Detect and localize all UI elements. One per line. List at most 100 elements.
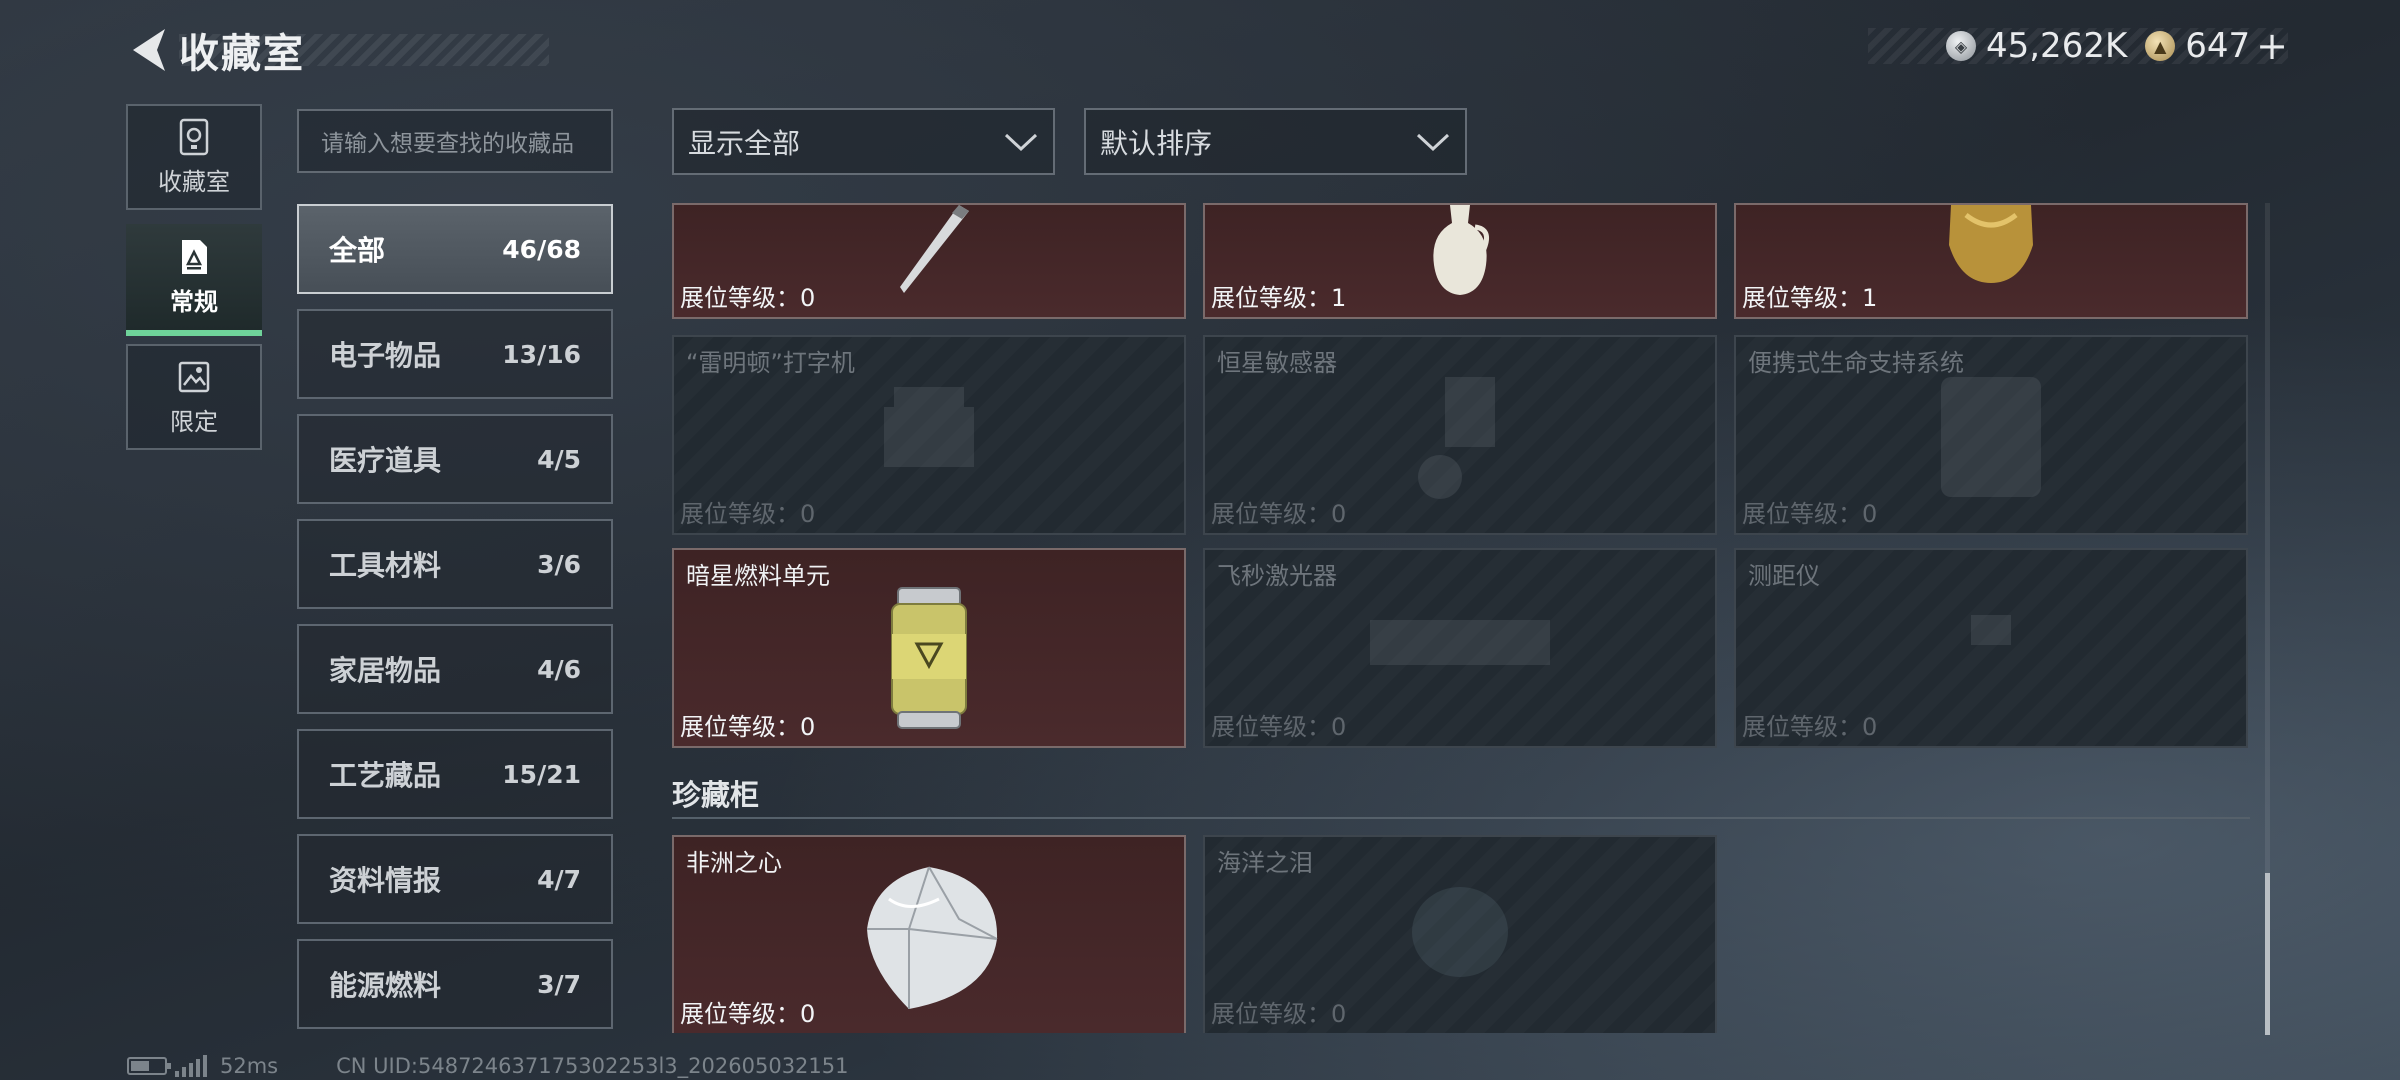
category-electronics[interactable]: 电子物品 13/16 bbox=[297, 309, 613, 399]
collection-card[interactable]: 暗星燃料单元 展位等级：0 bbox=[672, 548, 1186, 748]
chevron-down-icon bbox=[1416, 133, 1450, 151]
category-label: 工艺藏品 bbox=[329, 759, 442, 792]
collection-card[interactable]: 非洲之心 展位等级：0 bbox=[672, 835, 1186, 1033]
add-currency-button[interactable]: + bbox=[2256, 24, 2288, 68]
display-level: 展位等级：0 bbox=[680, 500, 816, 528]
vase-item-icon bbox=[1433, 205, 1489, 295]
rail-label: 常规 bbox=[170, 287, 218, 316]
fuel-cell-item-icon bbox=[891, 587, 967, 729]
category-label: 资料情报 bbox=[329, 864, 442, 897]
filter-dropdown[interactable]: 显示全部 bbox=[672, 108, 1055, 175]
rail-item-limited[interactable]: 限定 bbox=[126, 344, 262, 450]
display-level: 展位等级：0 bbox=[1742, 713, 1878, 741]
category-crafts[interactable]: 工艺藏品 15/21 bbox=[297, 729, 613, 819]
ping-value: 52ms bbox=[220, 1054, 279, 1078]
item-name: 测距仪 bbox=[1748, 562, 1820, 590]
category-intel[interactable]: 资料情报 4/7 bbox=[297, 834, 613, 924]
item-name: 暗星燃料单元 bbox=[686, 562, 830, 590]
category-count: 46/68 bbox=[502, 234, 581, 264]
rail-item-vault[interactable]: 收藏室 bbox=[126, 104, 262, 210]
category-label: 电子物品 bbox=[329, 339, 442, 372]
filter-value: 显示全部 bbox=[688, 126, 801, 160]
grid-scrollbar[interactable] bbox=[2265, 203, 2270, 1035]
collection-card[interactable]: “雷明顿”打字机 展位等级：0 bbox=[672, 335, 1186, 535]
item-name: 海洋之泪 bbox=[1217, 849, 1313, 877]
display-level: 展位等级：0 bbox=[680, 713, 816, 741]
rail-item-regular[interactable]: 常规 bbox=[126, 224, 262, 336]
gold-coin-icon: ▲ bbox=[2145, 31, 2176, 61]
uid-text: CN UID:548724637175302253l3_202605032151 bbox=[336, 1054, 849, 1078]
signal-icon bbox=[175, 1055, 210, 1077]
gold-currency: ▲ 647 + bbox=[2145, 24, 2288, 68]
display-level: 展位等级：0 bbox=[1211, 500, 1347, 528]
category-count: 3/7 bbox=[537, 969, 581, 999]
gold-amount: 647 bbox=[2185, 26, 2251, 66]
collection-card[interactable]: 展位等级：1 bbox=[1203, 203, 1717, 319]
collection-card[interactable]: 展位等级：1 bbox=[1734, 203, 2248, 319]
status-footer: 52ms CN UID:548724637175302253l3_2026050… bbox=[127, 1054, 849, 1078]
collection-card[interactable]: 便携式生命支持系统 展位等级：0 bbox=[1734, 335, 2248, 535]
category-list: 全部 46/68 电子物品 13/16 医疗道具 4/5 工具材料 3/6 家居… bbox=[297, 204, 613, 1044]
category-count: 4/6 bbox=[537, 654, 581, 684]
ocean-tear-item-icon bbox=[1412, 887, 1508, 977]
collection-card[interactable]: 海洋之泪 展位等级：0 bbox=[1203, 835, 1717, 1033]
display-level: 展位等级：0 bbox=[680, 284, 816, 312]
display-level: 展位等级：1 bbox=[1742, 284, 1878, 312]
typewriter-item-icon bbox=[884, 387, 974, 467]
search-input[interactable]: 请输入想要查找的收藏品 bbox=[297, 109, 613, 173]
scroll-thumb[interactable] bbox=[2265, 873, 2270, 1035]
item-name: 飞秒激光器 bbox=[1217, 562, 1337, 590]
item-name: 恒星敏感器 bbox=[1217, 349, 1337, 377]
category-count: 15/21 bbox=[502, 759, 581, 789]
category-count: 3/6 bbox=[537, 549, 581, 579]
vault-icon bbox=[179, 118, 209, 155]
category-count: 4/5 bbox=[537, 444, 581, 474]
category-label: 家居物品 bbox=[329, 654, 442, 687]
category-count: 4/7 bbox=[537, 864, 581, 894]
category-energy[interactable]: 能源燃料 3/7 bbox=[297, 939, 613, 1029]
currency-bar: ◈ 45,262K ▲ 647 + bbox=[1868, 24, 2288, 68]
page-title: 收藏室 bbox=[179, 31, 305, 77]
silver-currency: ◈ 45,262K bbox=[1945, 26, 2128, 66]
pen-item-icon bbox=[900, 205, 969, 293]
category-label: 能源燃料 bbox=[329, 969, 442, 1002]
rail-label: 收藏室 bbox=[158, 167, 230, 196]
category-medical[interactable]: 医疗道具 4/5 bbox=[297, 414, 613, 504]
section-title: 珍藏柜 bbox=[672, 778, 760, 812]
collection-card[interactable]: 测距仪 展位等级：0 bbox=[1734, 548, 2248, 748]
diamond-item-icon bbox=[867, 866, 998, 1009]
category-household[interactable]: 家居物品 4/6 bbox=[297, 624, 613, 714]
category-label: 全部 bbox=[329, 234, 386, 267]
rangefinder-item-icon bbox=[1971, 615, 2011, 645]
display-level: 展位等级：0 bbox=[1742, 500, 1878, 528]
life-support-item-icon bbox=[1941, 377, 2041, 497]
laser-item-icon bbox=[1370, 620, 1550, 665]
category-count: 13/16 bbox=[502, 339, 581, 369]
rail-label: 限定 bbox=[170, 407, 218, 436]
display-level: 展位等级：0 bbox=[1211, 1000, 1347, 1028]
category-label: 医疗道具 bbox=[329, 444, 442, 477]
battery-icon bbox=[127, 1057, 171, 1075]
item-name: “雷明顿”打字机 bbox=[686, 349, 855, 377]
back-arrow-icon bbox=[133, 29, 165, 71]
section-divider bbox=[672, 817, 2250, 819]
back-button[interactable] bbox=[125, 22, 173, 78]
category-tools[interactable]: 工具材料 3/6 bbox=[297, 519, 613, 609]
item-name: 非洲之心 bbox=[686, 849, 782, 877]
collection-grid: 展位等级：0 展位等级：1 展位等级：1 “雷明顿”打字机 展位等级：0 恒星敏… bbox=[672, 203, 2267, 1033]
collection-card[interactable]: 展位等级：0 bbox=[672, 203, 1186, 319]
display-level: 展位等级：0 bbox=[680, 1000, 816, 1028]
silver-coin-icon: ◈ bbox=[1945, 31, 1976, 61]
document-icon bbox=[182, 239, 207, 274]
display-level: 展位等级：1 bbox=[1211, 284, 1347, 312]
sort-value: 默认排序 bbox=[1100, 126, 1213, 160]
collection-card[interactable]: 飞秒激光器 展位等级：0 bbox=[1203, 548, 1717, 748]
star-sensor-item-icon bbox=[1418, 377, 1495, 499]
sort-dropdown[interactable]: 默认排序 bbox=[1084, 108, 1467, 175]
image-icon bbox=[178, 361, 210, 392]
category-all[interactable]: 全部 46/68 bbox=[297, 204, 613, 294]
collection-card[interactable]: 恒星敏感器 展位等级：0 bbox=[1203, 335, 1717, 535]
chevron-down-icon bbox=[1004, 133, 1038, 151]
side-rail: 收藏室 常规 限定 bbox=[126, 104, 264, 464]
silver-amount: 45,262K bbox=[1985, 26, 2128, 66]
